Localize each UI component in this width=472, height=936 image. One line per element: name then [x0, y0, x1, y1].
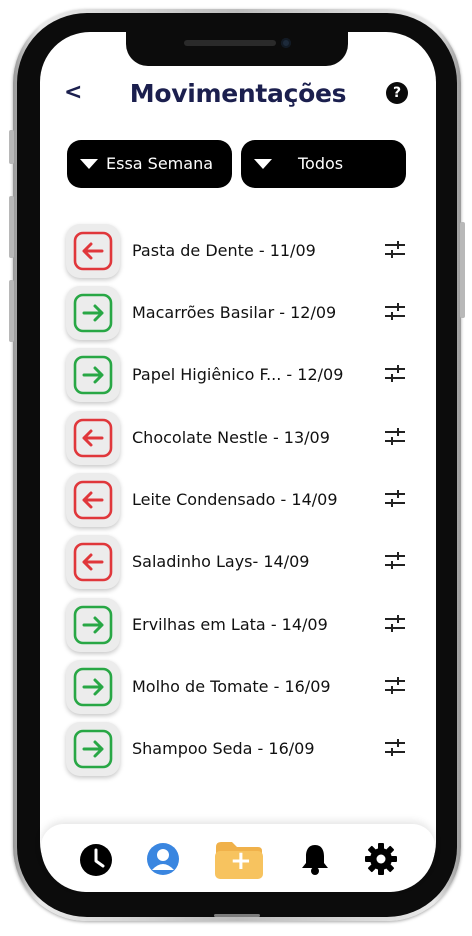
list-item[interactable]: Leite Condensado - 14/09: [66, 473, 416, 529]
list-item-label: Papel Higiênico F... - 12/09: [132, 365, 344, 384]
list-item[interactable]: Saladinho Lays- 14/09: [66, 535, 416, 591]
type-filter-label: Todos: [298, 154, 344, 173]
list-item[interactable]: Shampoo Seda - 16/09: [66, 722, 416, 778]
type-filter-dropdown[interactable]: Todos: [241, 140, 406, 188]
direction-badge: [66, 598, 120, 652]
direction-badge: [66, 535, 120, 589]
back-button[interactable]: <: [64, 78, 88, 108]
front-camera: [281, 38, 291, 48]
arrow-right-icon: [73, 605, 113, 645]
power-button: [460, 222, 465, 318]
sliders-icon[interactable]: [384, 738, 406, 758]
sliders-icon[interactable]: [384, 364, 406, 384]
mute-switch: [9, 130, 14, 164]
sliders-icon[interactable]: [384, 614, 406, 634]
list-item-label: Ervilhas em Lata - 14/09: [132, 615, 328, 634]
arrow-right-icon: [73, 729, 113, 769]
plus-glyph: +: [230, 846, 252, 876]
list-item-label: Chocolate Nestle - 13/09: [132, 428, 330, 447]
list-item[interactable]: Pasta de Dente - 11/09: [66, 224, 416, 280]
list-item[interactable]: Ervilhas em Lata - 14/09: [66, 598, 416, 654]
list-item[interactable]: Chocolate Nestle - 13/09: [66, 411, 416, 467]
list-item-label: Shampoo Seda - 16/09: [132, 739, 315, 758]
triangle-down-icon: [254, 159, 272, 169]
sliders-icon[interactable]: [384, 489, 406, 509]
direction-badge: [66, 224, 120, 278]
list-item-label: Macarrões Basilar - 12/09: [132, 303, 337, 322]
bell-icon[interactable]: [298, 842, 332, 876]
list-item-label: Pasta de Dente - 11/09: [132, 241, 316, 260]
direction-badge: [66, 660, 120, 714]
direction-badge: [66, 411, 120, 465]
arrow-left-icon: [73, 480, 113, 520]
gear-icon[interactable]: [364, 842, 398, 876]
direction-badge: [66, 348, 120, 402]
sliders-icon[interactable]: [384, 302, 406, 322]
list-item[interactable]: Molho de Tomate - 16/09: [66, 660, 416, 716]
bottom-edge-strip: [214, 914, 260, 917]
sliders-icon[interactable]: [384, 551, 406, 571]
volume-down-button: [9, 280, 14, 342]
chevron-left-icon: <: [64, 80, 83, 105]
add-folder-button[interactable]: +: [214, 840, 264, 880]
arrow-right-icon: [73, 355, 113, 395]
profile-icon[interactable]: [146, 842, 180, 876]
arrow-left-icon: [73, 542, 113, 582]
list-item[interactable]: Macarrões Basilar - 12/09: [66, 286, 416, 342]
triangle-down-icon: [80, 159, 98, 169]
period-filter-dropdown[interactable]: Essa Semana: [67, 140, 232, 188]
list-item-label: Leite Condensado - 14/09: [132, 490, 338, 509]
sliders-icon[interactable]: [384, 427, 406, 447]
help-icon[interactable]: ?: [386, 82, 408, 104]
direction-badge: [66, 286, 120, 340]
clock-icon[interactable]: [79, 843, 113, 877]
arrow-left-icon: [73, 231, 113, 271]
period-filter-label: Essa Semana: [106, 154, 214, 173]
direction-badge: [66, 722, 120, 776]
arrow-left-icon: [73, 418, 113, 458]
page-title: Movimentações: [129, 79, 347, 108]
list-item[interactable]: Papel Higiênico F... - 12/09: [66, 348, 416, 404]
notch: [126, 32, 348, 66]
sliders-icon[interactable]: [384, 676, 406, 696]
arrow-right-icon: [73, 667, 113, 707]
speaker-grille: [184, 40, 276, 46]
direction-badge: [66, 473, 120, 527]
sliders-icon[interactable]: [384, 240, 406, 260]
arrow-right-icon: [73, 293, 113, 333]
question-mark-glyph: ?: [392, 85, 402, 101]
list-item-label: Molho de Tomate - 16/09: [132, 677, 331, 696]
volume-up-button: [9, 196, 14, 258]
list-item-label: Saladinho Lays- 14/09: [132, 552, 310, 571]
